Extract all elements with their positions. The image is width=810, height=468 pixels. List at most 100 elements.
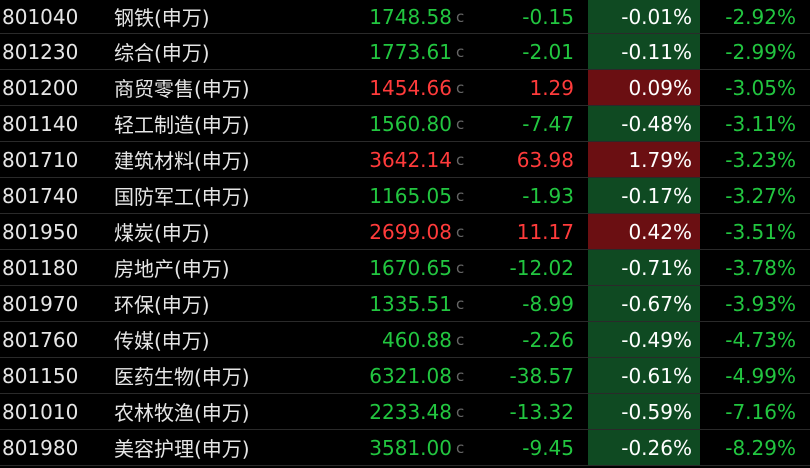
index-name: 农林牧渔(申万) [114, 401, 250, 425]
index-name: 综合(申万) [114, 41, 210, 65]
index-name: 轻工制造(申万) [114, 113, 250, 137]
period-percent-change: -3.78% [725, 255, 796, 280]
index-code: 801760 [2, 327, 79, 352]
last-price: 1773.61 [369, 39, 452, 64]
index-code: 801230 [2, 39, 79, 64]
index-code: 801010 [2, 399, 79, 424]
price-change: -8.99 [522, 291, 574, 316]
close-flag: c [456, 42, 465, 61]
period-percent-change: -4.99% [725, 363, 796, 388]
close-flag: c [456, 438, 465, 457]
percent-change: -0.49% [588, 322, 700, 357]
price-change: -7.47 [522, 111, 574, 136]
last-price: 1560.80 [369, 111, 452, 136]
table-row[interactable]: 801010 农林牧渔(申万) 2233.48 c -13.32 -0.59% -7.16% [0, 394, 810, 430]
index-name: 国防军工(申万) [114, 185, 250, 209]
period-percent-change: -3.27% [725, 183, 796, 208]
last-price: 3642.14 [369, 147, 452, 172]
close-flag: c [456, 186, 465, 205]
period-percent-change: -8.29% [725, 435, 796, 460]
period-percent-change: -3.23% [725, 147, 796, 172]
percent-change: 1.79% [588, 142, 700, 177]
last-price: 2699.08 [369, 219, 452, 244]
table-row[interactable]: 801710 建筑材料(申万) 3642.14 c 63.98 1.79% -3.23% [0, 142, 810, 178]
period-percent-change: -4.73% [725, 327, 796, 352]
last-price: 1748.58 [369, 4, 452, 29]
last-price: 6321.08 [369, 363, 452, 388]
percent-change: 0.09% [588, 70, 700, 105]
price-change: -0.15 [522, 4, 574, 29]
industry-index-table: 801040 钢铁(申万) 1748.58 c -0.15 -0.01% -2.92% 801… [0, 0, 810, 468]
table-row[interactable]: 801200 商贸零售(申万) 1454.66 c 1.29 0.09% -3.05% [0, 70, 810, 106]
close-flag: c [456, 366, 465, 385]
table-body: 801040 钢铁(申万) 1748.58 c -0.15 -0.01% -2.92% 801… [0, 0, 810, 466]
period-percent-change: -2.99% [725, 39, 796, 64]
table-row[interactable]: 801040 钢铁(申万) 1748.58 c -0.15 -0.01% -2.92% [0, 0, 810, 34]
index-code: 801150 [2, 363, 79, 388]
price-change: 1.29 [529, 75, 574, 100]
table-row[interactable]: 801230 综合(申万) 1773.61 c -2.01 -0.11% -2.99% [0, 34, 810, 70]
percent-change: -0.71% [588, 250, 700, 285]
index-name: 美容护理(申万) [114, 437, 250, 461]
table-row[interactable]: 801150 医药生物(申万) 6321.08 c -38.57 -0.61% -4.99% [0, 358, 810, 394]
index-code: 801970 [2, 291, 79, 316]
table-row[interactable]: 801180 房地产(申万) 1670.65 c -12.02 -0.71% -3.78% [0, 250, 810, 286]
period-percent-change: -7.16% [725, 399, 796, 424]
close-flag: c [456, 294, 465, 313]
close-flag: c [456, 150, 465, 169]
index-code: 801740 [2, 183, 79, 208]
period-percent-change: -3.05% [725, 75, 796, 100]
price-change: -2.26 [522, 327, 574, 352]
index-code: 801140 [2, 111, 79, 136]
close-flag: c [456, 330, 465, 349]
index-code: 801180 [2, 255, 79, 280]
index-name: 商贸零售(申万) [114, 77, 250, 101]
last-price: 1454.66 [369, 75, 452, 100]
close-flag: c [456, 258, 465, 277]
period-percent-change: -3.51% [725, 219, 796, 244]
period-percent-change: -3.93% [725, 291, 796, 316]
period-percent-change: -2.92% [725, 4, 796, 29]
price-change: -1.93 [522, 183, 574, 208]
percent-change: -0.67% [588, 286, 700, 321]
percent-change: -0.11% [588, 34, 700, 69]
price-change: -2.01 [522, 39, 574, 64]
close-flag: c [456, 78, 465, 97]
percent-change: -0.59% [588, 394, 700, 429]
percent-change: 0.42% [588, 214, 700, 249]
last-price: 1165.05 [369, 183, 452, 208]
index-code: 801040 [2, 4, 79, 29]
index-code: 801950 [2, 219, 79, 244]
table-row[interactable]: 801980 美容护理(申万) 3581.00 c -9.45 -0.26% -8.29% [0, 430, 810, 466]
index-name: 建筑材料(申万) [114, 149, 250, 173]
last-price: 460.88 [382, 327, 452, 352]
period-percent-change: -3.11% [725, 111, 796, 136]
percent-change: -0.61% [588, 358, 700, 393]
index-name: 环保(申万) [114, 293, 210, 317]
last-price: 1670.65 [369, 255, 452, 280]
close-flag: c [456, 222, 465, 241]
percent-change: -0.26% [588, 430, 700, 465]
close-flag: c [456, 114, 465, 133]
index-code: 801980 [2, 435, 79, 460]
price-change: -9.45 [522, 435, 574, 460]
index-name: 钢铁(申万) [114, 6, 210, 30]
close-flag: c [456, 7, 465, 26]
percent-change: -0.17% [588, 178, 700, 213]
last-price: 3581.00 [369, 435, 452, 460]
index-code: 801200 [2, 75, 79, 100]
table-row[interactable]: 801740 国防军工(申万) 1165.05 c -1.93 -0.17% -3.27% [0, 178, 810, 214]
index-name: 房地产(申万) [114, 257, 230, 281]
price-change: 11.17 [516, 219, 574, 244]
table-row[interactable]: 801760 传媒(申万) 460.88 c -2.26 -0.49% -4.73% [0, 322, 810, 358]
index-name: 煤炭(申万) [114, 221, 210, 245]
price-change: 63.98 [516, 147, 574, 172]
price-change: -12.02 [509, 255, 574, 280]
percent-change: -0.01% [588, 0, 700, 33]
table-row[interactable]: 801950 煤炭(申万) 2699.08 c 11.17 0.42% -3.51% [0, 214, 810, 250]
table-row[interactable]: 801140 轻工制造(申万) 1560.80 c -7.47 -0.48% -3.11% [0, 106, 810, 142]
index-code: 801710 [2, 147, 79, 172]
index-name: 传媒(申万) [114, 329, 210, 353]
table-row[interactable]: 801970 环保(申万) 1335.51 c -8.99 -0.67% -3.93% [0, 286, 810, 322]
last-price: 1335.51 [369, 291, 452, 316]
